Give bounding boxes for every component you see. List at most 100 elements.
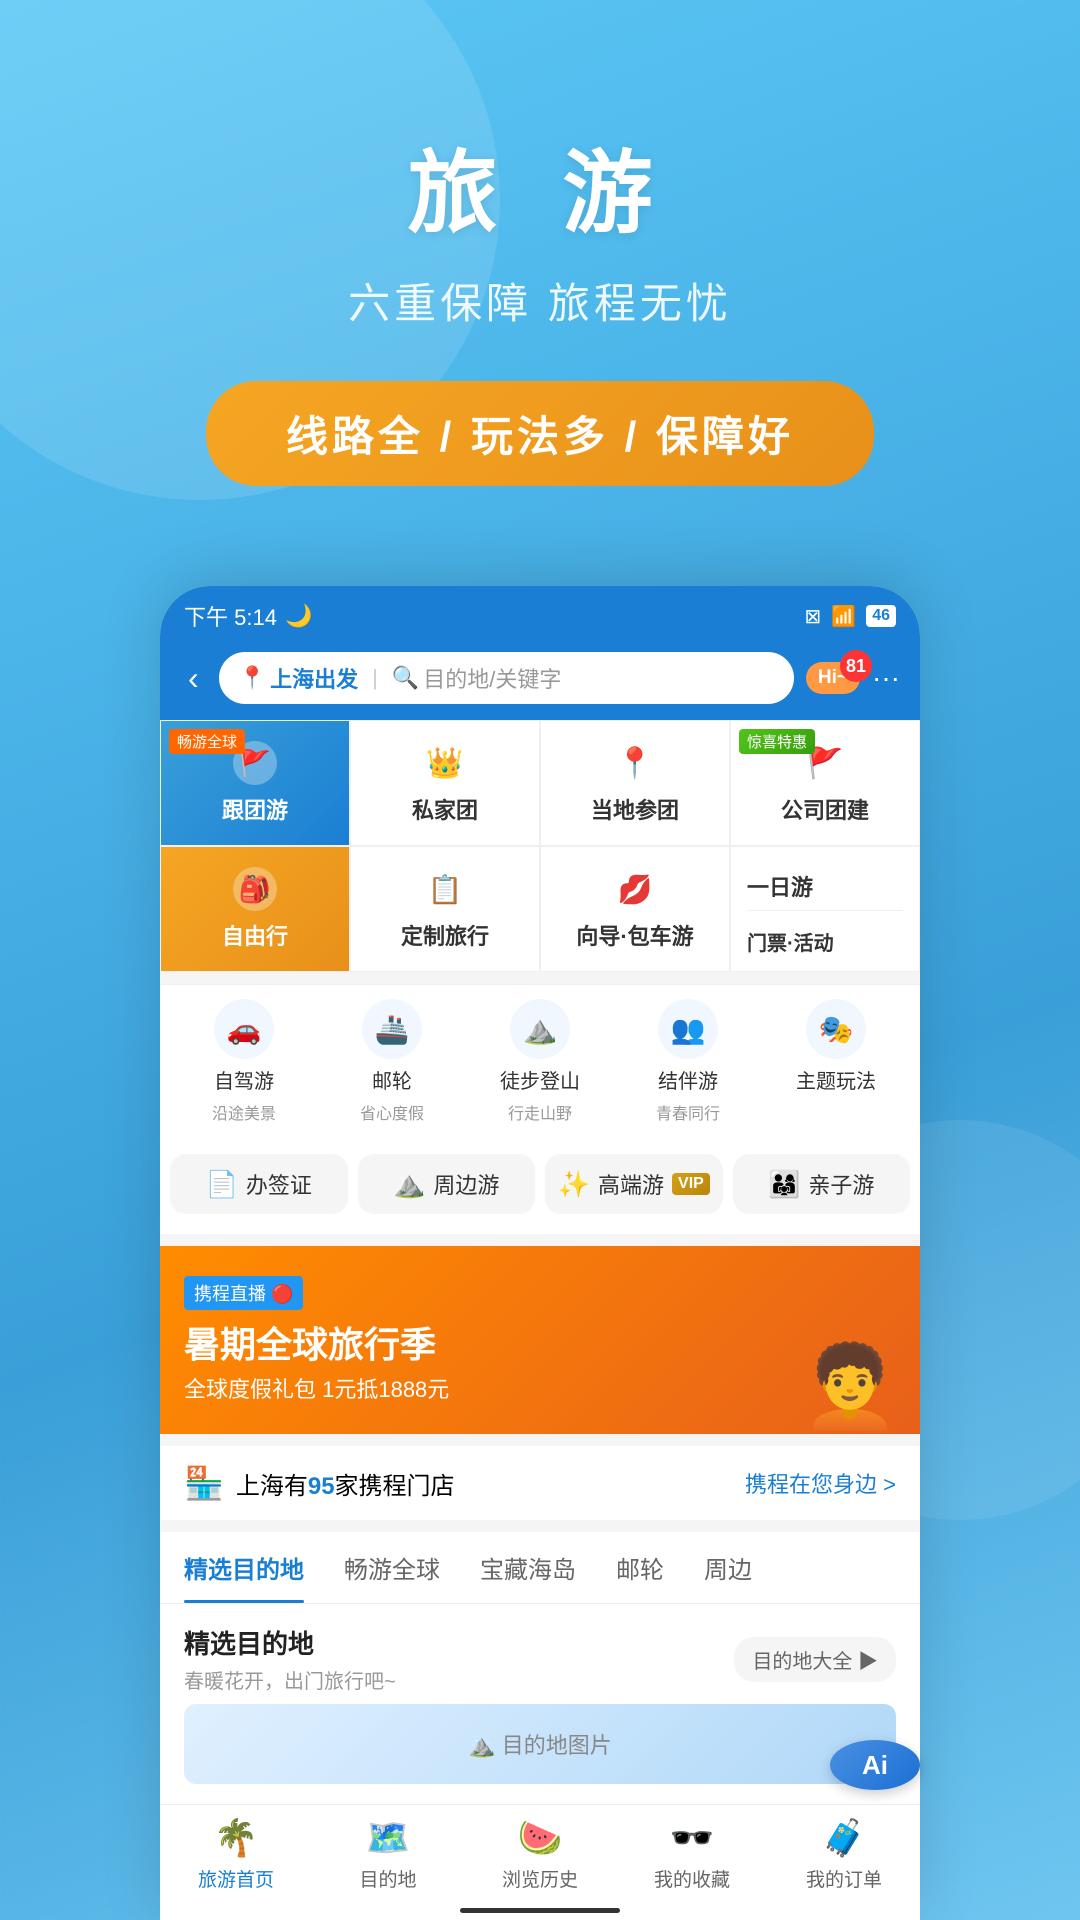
cat-self-drive[interactable]: 🚗 自驾游 沿途美景 <box>170 999 318 1124</box>
hero-section: 旅 游 六重保障 旅程无忧 线路全 / 玩法多 / 保障好 <box>0 0 1080 546</box>
store-count: 95 <box>308 1473 335 1500</box>
hero-badge: 线路全 / 玩法多 / 保障好 <box>206 381 874 486</box>
cat-day-tour[interactable]: 一日游 门票·活动 <box>730 846 920 972</box>
cat-hiking[interactable]: ⛰️ 徒步登山 行走山野 <box>466 999 614 1124</box>
promo-visa[interactable]: 📄 办签证 <box>170 1154 348 1214</box>
cat-label-ticket: 门票·活动 <box>747 927 834 956</box>
fav-nav-label: 我的收藏 <box>654 1865 730 1892</box>
cat-label-group-tour: 跟团游 <box>222 793 288 825</box>
store-prefix: 上海有 <box>236 1473 308 1500</box>
cat-guide-tour[interactable]: 💋 向导·包车游 <box>540 846 730 972</box>
hiking-label: 徒步登山 <box>500 1065 580 1094</box>
dest-thumbnail: ⛰️ 目的地图片 <box>184 1704 896 1784</box>
battery-display: 46 <box>866 605 896 627</box>
store-icon: 🏪 <box>184 1464 224 1502</box>
cruise-label: 邮轮 <box>372 1065 412 1094</box>
search-bar: ‹ 📍 上海出发 | 🔍 目的地/关键字 Hi~ 81 ··· <box>160 642 920 720</box>
cat-local-tour[interactable]: 📍 当地参团 <box>540 720 730 846</box>
cat-custom-tour[interactable]: 📋 定制旅行 <box>350 846 540 972</box>
cat-label-day-tour: 一日游 <box>747 870 813 902</box>
nav-favorites[interactable]: 🕶️ 我的收藏 <box>616 1817 768 1892</box>
pin-icon: 📍 <box>613 741 657 785</box>
visa-icon: 📄 <box>206 1169 238 1200</box>
store-left: 🏪 上海有95家携程门店 <box>184 1464 455 1502</box>
destination-search: 🔍 目的地/关键字 <box>392 662 562 694</box>
nav-orders[interactable]: 🧳 我的订单 <box>768 1817 920 1892</box>
companion-icon: 👥 <box>658 999 718 1059</box>
moon-icon: 🌙 <box>285 603 312 629</box>
message-button[interactable]: Hi~ 81 <box>806 662 860 694</box>
screen-record-icon: ⊠ <box>805 604 822 629</box>
nearby-label: 周边游 <box>433 1168 499 1200</box>
dest-nav-label: 目的地 <box>359 1865 416 1892</box>
hero-title: 旅 游 <box>0 120 1080 250</box>
cat-company-tour[interactable]: 惊喜特惠 🚩 公司团建 <box>730 720 920 846</box>
history-nav-label: 浏览历史 <box>502 1865 578 1892</box>
guide-icon: 💋 <box>613 867 657 911</box>
cruise-icon: 🚢 <box>362 999 422 1059</box>
main-content: 畅游全球 🚩 跟团游 👑 私家团 📍 当地参团 惊喜特惠 🚩 <box>160 720 920 1920</box>
tab-selected-dest[interactable]: 精选目的地 <box>184 1532 304 1603</box>
search-input-box[interactable]: 📍 上海出发 | 🔍 目的地/关键字 <box>219 652 794 704</box>
home-bar <box>460 1908 620 1913</box>
tab-cruise[interactable]: 邮轮 <box>616 1532 664 1603</box>
ai-label: Ai <box>862 1750 888 1781</box>
tab-world-tour[interactable]: 畅游全球 <box>344 1532 440 1603</box>
cruise-sub: 省心度假 <box>360 1100 424 1124</box>
orders-nav-label: 我的订单 <box>806 1865 882 1892</box>
wifi-icon: 📶 <box>831 604 856 629</box>
luxury-icon: ✨ <box>558 1169 590 1200</box>
back-button[interactable]: ‹ <box>180 656 207 701</box>
tab-island[interactable]: 宝藏海岛 <box>480 1532 576 1603</box>
promo-row: 📄 办签证 ⛰️ 周边游 ✨ 高端游 VIP 👨‍👩‍👧 亲子游 <box>160 1138 920 1234</box>
cat-private-tour[interactable]: 👑 私家团 <box>350 720 540 846</box>
promo-luxury[interactable]: ✨ 高端游 VIP <box>545 1154 723 1214</box>
phone-mockup: 下午 5:14 🌙 ⊠ 📶 46 ‹ 📍 上海出发 | 🔍 目的地/关键字 <box>160 586 920 1920</box>
nav-history[interactable]: 🍉 浏览历史 <box>464 1817 616 1892</box>
status-bar: 下午 5:14 🌙 ⊠ 📶 46 <box>160 586 920 642</box>
history-nav-icon: 🍉 <box>518 1817 563 1859</box>
search-actions: Hi~ 81 ··· <box>806 662 900 694</box>
cat-theme[interactable]: 🎭 主题玩法 <box>762 999 910 1124</box>
nav-home[interactable]: 🌴 旅游首页 <box>160 1817 312 1892</box>
luxury-label: 高端游 <box>598 1168 664 1200</box>
cat-row3: 🚗 自驾游 沿途美景 🚢 邮轮 省心度假 ⛰️ 徒步登山 行走山野 👥 结伴游 <box>160 984 920 1138</box>
dest-title: 精选目的地 <box>184 1624 396 1661</box>
cat-free-travel[interactable]: 🎒 自由行 <box>160 846 350 972</box>
nav-destination[interactable]: 🗺️ 目的地 <box>312 1817 464 1892</box>
search-magnify-icon: 🔍 <box>392 665 419 691</box>
orders-nav-icon: 🧳 <box>822 1817 867 1859</box>
cat-companion[interactable]: 👥 结伴游 青春同行 <box>614 999 762 1124</box>
bottom-nav: 🌴 旅游首页 🗺️ 目的地 🍉 浏览历史 🕶️ 我的收藏 🧳 我的 <box>160 1804 920 1900</box>
companion-sub: 青春同行 <box>656 1100 720 1124</box>
cat-cruise[interactable]: 🚢 邮轮 省心度假 <box>318 999 466 1124</box>
畅游全球-tag: 畅游全球 <box>169 729 245 754</box>
cat-label-free-travel: 自由行 <box>222 919 288 951</box>
ai-button[interactable]: Ai <box>830 1740 920 1790</box>
banner-tag: 携程直播 🔴 <box>184 1276 303 1310</box>
status-left: 下午 5:14 🌙 <box>184 600 312 632</box>
store-link[interactable]: 携程在您身边 > <box>745 1467 896 1499</box>
family-icon: 👨‍👩‍👧 <box>768 1169 800 1200</box>
dest-all-button[interactable]: 目的地大全 ▶ <box>734 1637 896 1682</box>
promo-banner[interactable]: 携程直播 🔴 暑期全球旅行季 全球度假礼包 1元抵1888元 🧑‍🦱 <box>160 1246 920 1434</box>
promo-family[interactable]: 👨‍👩‍👧 亲子游 <box>733 1154 911 1214</box>
status-right: ⊠ 📶 46 <box>805 604 896 629</box>
tab-nearby[interactable]: 周边 <box>704 1532 752 1603</box>
惊喜特惠-tag: 惊喜特惠 <box>739 729 815 754</box>
dest-subtitle: 春暖花开，出门旅行吧~ <box>184 1665 396 1694</box>
vip-badge: VIP <box>672 1173 710 1195</box>
dest-nav-icon: 🗺️ <box>366 1817 411 1859</box>
more-options-button[interactable]: ··· <box>872 662 900 694</box>
theme-icon: 🎭 <box>806 999 866 1059</box>
promo-nearby[interactable]: ⛰️ 周边游 <box>358 1154 536 1214</box>
family-label: 亲子游 <box>808 1168 874 1200</box>
hero-subtitle: 六重保障 旅程无忧 <box>0 270 1080 331</box>
origin-location: 📍 上海出发 <box>239 662 358 694</box>
fav-nav-icon: 🕶️ <box>670 1817 715 1859</box>
crown-icon: 👑 <box>423 741 467 785</box>
dest-header: 精选目的地 春暖花开，出门旅行吧~ 目的地大全 ▶ <box>184 1624 896 1694</box>
notification-badge: 81 <box>840 650 872 682</box>
cat-group-tour[interactable]: 畅游全球 🚩 跟团游 <box>160 720 350 846</box>
nearby-icon: ⛰️ <box>393 1169 425 1200</box>
